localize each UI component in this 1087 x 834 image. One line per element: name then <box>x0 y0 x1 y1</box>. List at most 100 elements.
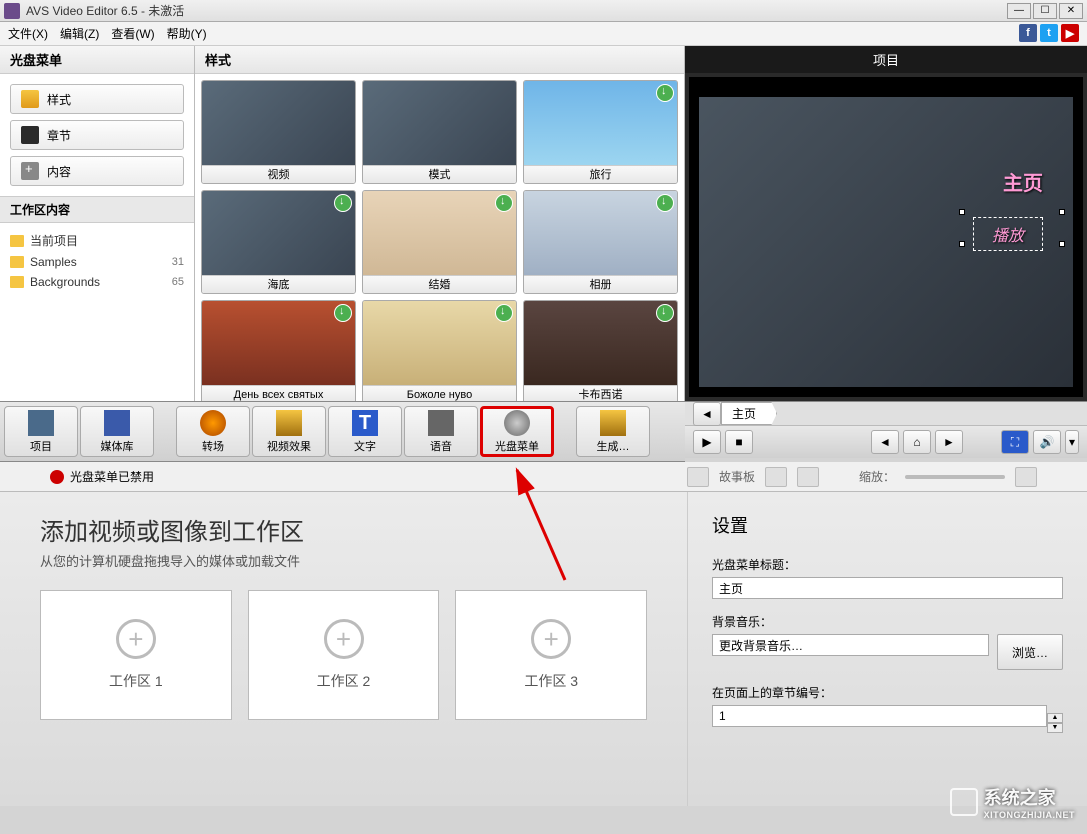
close-button[interactable]: ✕ <box>1059 3 1083 19</box>
storyboard-toggle-icon[interactable] <box>687 467 709 487</box>
folder-backgrounds[interactable]: Backgrounds65 <box>10 272 184 292</box>
menu-view[interactable]: 查看(W) <box>111 25 154 42</box>
chapter-input[interactable] <box>712 705 1047 727</box>
youtube-icon[interactable]: ▶ <box>1061 24 1079 42</box>
style-tile-travel[interactable]: 旅行 <box>523 80 678 184</box>
preview-area[interactable]: 主页 播放 <box>689 77 1083 397</box>
tool-generate[interactable]: 生成… <box>576 406 650 457</box>
zoom-label: 缩放： <box>859 468 895 485</box>
menu-edit[interactable]: 编辑(Z) <box>60 25 99 42</box>
next-button[interactable]: ► <box>935 430 963 454</box>
style-tile-halloween[interactable]: День всех святых <box>201 300 356 401</box>
preview-main-label[interactable]: 主页 <box>1003 167 1043 196</box>
style-tile-undersea[interactable]: 海底 <box>201 190 356 294</box>
twitter-icon[interactable]: t <box>1040 24 1058 42</box>
style-tile-mode[interactable]: 模式 <box>362 80 517 184</box>
preview-play-label[interactable]: 播放 <box>973 217 1043 251</box>
window-title: AVS Video Editor 6.5 - 未激活 <box>26 2 1007 19</box>
style-thumb <box>363 191 516 275</box>
spin-up[interactable]: ▲ <box>1047 713 1063 723</box>
camera-icon[interactable] <box>765 467 787 487</box>
download-badge-icon <box>656 194 674 212</box>
music-label: 背景音乐： <box>712 613 1063 630</box>
content-button[interactable]: 内容 <box>10 156 184 186</box>
selection-handle[interactable] <box>959 241 965 247</box>
storyboard-label: 故事板 <box>719 468 755 485</box>
selection-handle[interactable] <box>1059 241 1065 247</box>
download-badge-icon <box>495 304 513 322</box>
tool-project[interactable]: 项目 <box>4 406 78 457</box>
style-thumb <box>524 301 677 385</box>
style-button-label: 样式 <box>47 91 71 108</box>
style-tile-cappuccino[interactable]: 卡布西诺 <box>523 300 678 401</box>
volume-dropdown[interactable]: ▾ <box>1065 430 1079 454</box>
minimize-button[interactable]: — <box>1007 3 1031 19</box>
style-thumb <box>524 81 677 165</box>
spin-down[interactable]: ▼ <box>1047 723 1063 733</box>
selection-handle[interactable] <box>959 209 965 215</box>
download-badge-icon <box>656 304 674 322</box>
folder-icon <box>10 256 24 268</box>
chapter-button[interactable]: 章节 <box>10 120 184 150</box>
volume-button[interactable]: 🔊 <box>1033 430 1061 454</box>
selection-handle[interactable] <box>1059 209 1065 215</box>
nav-tab-home[interactable]: 主页 <box>721 402 777 425</box>
style-tile-beaujolais[interactable]: Божоле нуво <box>362 300 517 401</box>
fit-button[interactable] <box>1015 467 1037 487</box>
work-box-3[interactable]: +工作区 3 <box>455 590 647 720</box>
disc-icon <box>504 410 530 436</box>
maximize-button[interactable]: ☐ <box>1033 3 1057 19</box>
prev-button[interactable]: ◄ <box>871 430 899 454</box>
title-label: 光盘菜单标题： <box>712 556 1063 573</box>
nav-back-button[interactable]: ◄ <box>693 402 721 426</box>
left-panel: 光盘菜单 样式 章节 内容 工作区内容 当前项目 Samples31 Backg… <box>0 46 195 401</box>
facebook-icon[interactable]: f <box>1019 24 1037 42</box>
folder-icon <box>10 276 24 288</box>
home-button[interactable]: ⌂ <box>903 430 931 454</box>
tool-voice[interactable]: 语音 <box>404 406 478 457</box>
style-tile-wedding[interactable]: 结婚 <box>362 190 517 294</box>
menubar: 文件(X) 编辑(Z) 查看(W) 帮助(Y) f t ▶ <box>0 22 1087 46</box>
play-button[interactable]: ▶ <box>693 430 721 454</box>
effects-icon <box>276 410 302 436</box>
stop-button[interactable]: ■ <box>725 430 753 454</box>
folder-current[interactable]: 当前项目 <box>10 229 184 252</box>
folder-list: 当前项目 Samples31 Backgrounds65 <box>0 223 194 298</box>
monitor-icon[interactable] <box>797 467 819 487</box>
plus-icon: + <box>531 619 571 659</box>
style-thumb <box>202 191 355 275</box>
content-icon <box>21 162 39 180</box>
menu-help[interactable]: 帮助(Y) <box>167 25 207 42</box>
style-button[interactable]: 样式 <box>10 84 184 114</box>
work-subtitle: 从您的计算机硬盘拖拽导入的媒体或加载文件 <box>40 551 647 570</box>
tool-media-library[interactable]: 媒体库 <box>80 406 154 457</box>
tool-transitions[interactable]: 转场 <box>176 406 250 457</box>
chapter-button-label: 章节 <box>47 127 71 144</box>
title-input[interactable] <box>712 577 1063 599</box>
watermark-sub: XITONGZHIJIA.NET <box>984 810 1075 820</box>
zoom-slider[interactable] <box>905 475 1005 479</box>
fullscreen-button[interactable]: ⛶ <box>1001 430 1029 454</box>
work-box-1[interactable]: +工作区 1 <box>40 590 232 720</box>
folder-samples[interactable]: Samples31 <box>10 252 184 272</box>
tool-text[interactable]: T文字 <box>328 406 402 457</box>
style-thumb <box>363 301 516 385</box>
download-badge-icon <box>656 84 674 102</box>
preview-panel: 项目 主页 播放 <box>685 46 1087 401</box>
settings-header: 设置 <box>712 512 1063 538</box>
music-input[interactable] <box>712 634 989 656</box>
lower-area: 光盘菜单已禁用 故事板 缩放： 添加视频或图像到工作区 从您的计算机硬盘拖拽导入… <box>0 462 1087 806</box>
tool-disc-menu[interactable]: 光盘菜单 <box>480 406 554 457</box>
menu-file[interactable]: 文件(X) <box>8 25 48 42</box>
chapter-label: 在页面上的章节编号： <box>712 684 1063 701</box>
style-tile-video[interactable]: 视频 <box>201 80 356 184</box>
download-badge-icon <box>495 194 513 212</box>
style-tile-album[interactable]: 相册 <box>523 190 678 294</box>
main-toolbar: 项目 媒体库 转场 视频效果 T文字 语音 光盘菜单 生成… <box>0 402 685 462</box>
work-box-2[interactable]: +工作区 2 <box>248 590 440 720</box>
style-icon <box>21 90 39 108</box>
browse-button[interactable]: 浏览… <box>997 634 1063 670</box>
lower-header: 光盘菜单已禁用 故事板 缩放： <box>0 462 1087 492</box>
tool-video-effects[interactable]: 视频效果 <box>252 406 326 457</box>
work-area: 添加视频或图像到工作区 从您的计算机硬盘拖拽导入的媒体或加载文件 +工作区 1 … <box>0 492 687 806</box>
